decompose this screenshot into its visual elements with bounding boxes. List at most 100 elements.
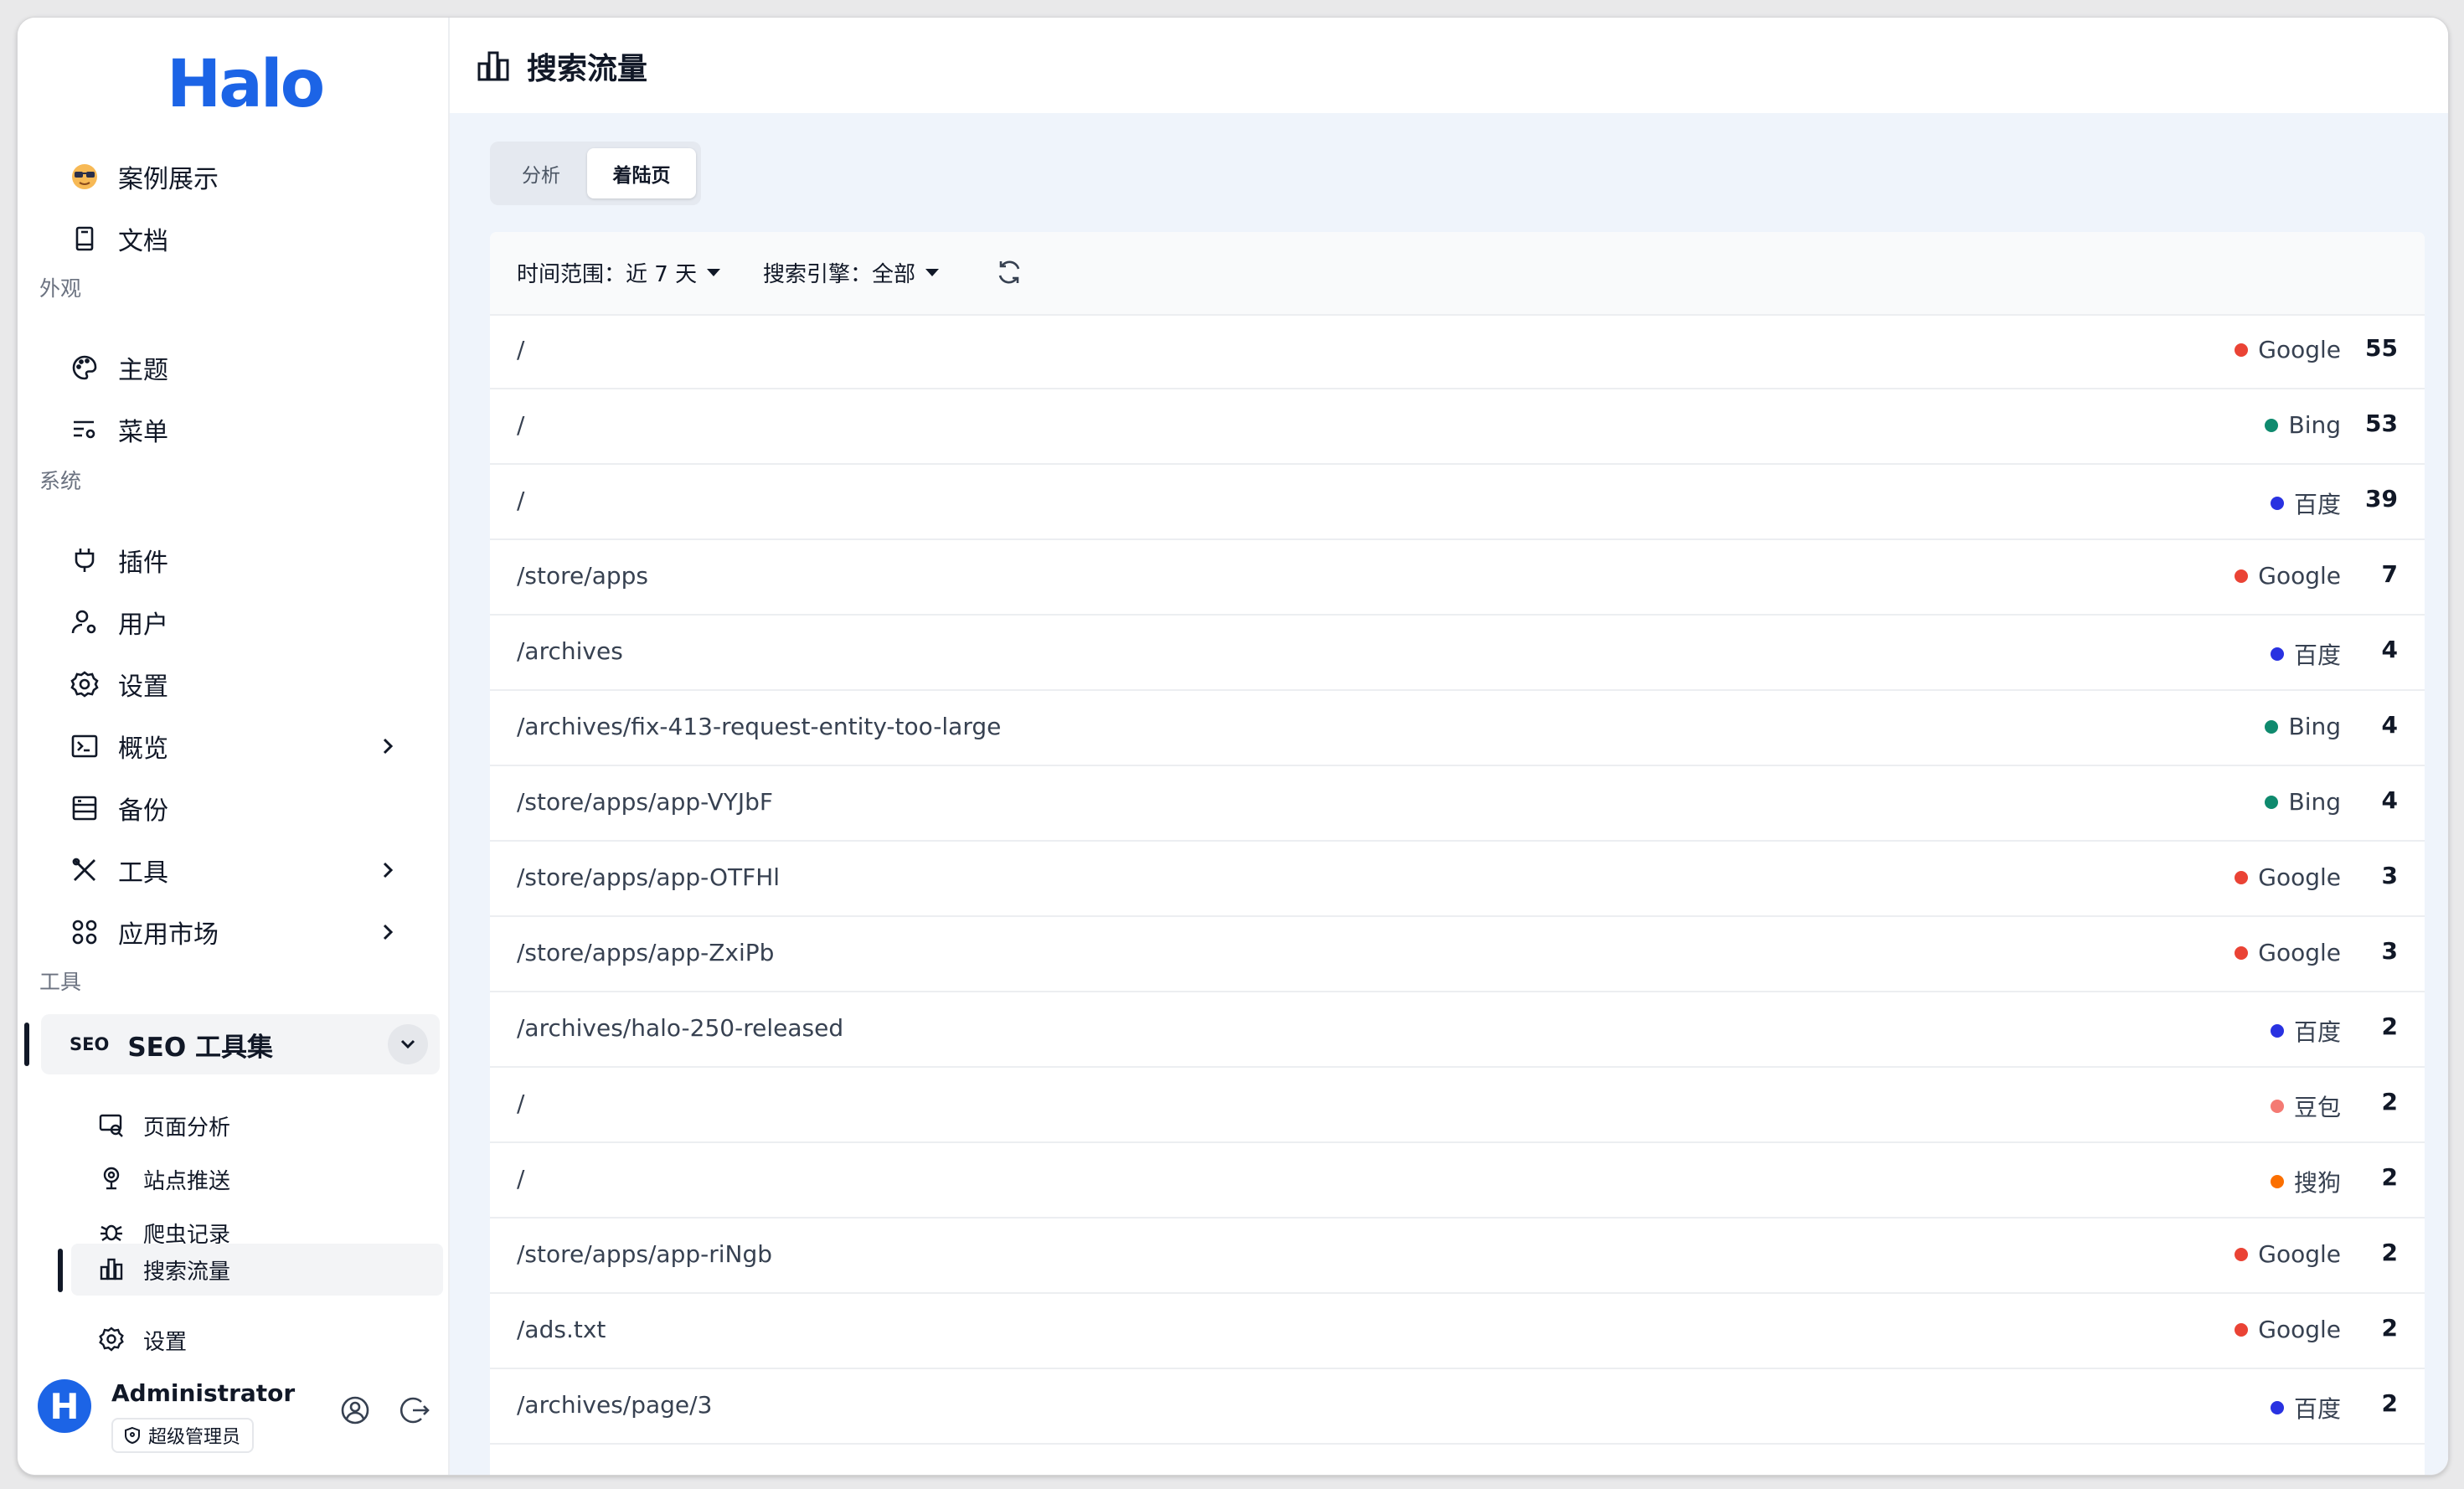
- engine-color-dot: [2235, 1322, 2249, 1337]
- role-label: 超级管理员: [148, 1427, 241, 1448]
- user-circle-icon: [341, 1396, 369, 1425]
- engine-color-dot: [2235, 870, 2249, 884]
- plug-icon: [68, 544, 101, 577]
- refresh-icon[interactable]: [994, 257, 1024, 287]
- bar-chart-icon: [98, 1255, 126, 1284]
- sidebar-item-users[interactable]: 用户: [41, 597, 443, 647]
- terminal-icon: [68, 729, 101, 763]
- tab-analysis[interactable]: 分析: [495, 148, 587, 198]
- sidebar-item-theme[interactable]: 主题: [41, 343, 443, 393]
- sidebar-item-settings[interactable]: 设置: [41, 659, 443, 709]
- search-engine-dropdown[interactable]: 搜索引擎：全部: [763, 257, 940, 288]
- bar-chart-icon: [477, 51, 509, 81]
- table-row[interactable]: / 豆包 2: [490, 1068, 2425, 1143]
- visit-count: 2: [2381, 1163, 2398, 1191]
- search-engine-tag: 百度: [2270, 637, 2341, 671]
- group-title-system: 系统: [39, 469, 82, 493]
- search-engine-tag: Google: [2235, 562, 2341, 590]
- table-row[interactable]: /archives/halo-250-released 百度 2: [490, 992, 2425, 1068]
- table-row[interactable]: /store/apps/app-VYJbF Bing 4: [490, 766, 2425, 842]
- sunglasses-emoji-icon: [68, 160, 101, 193]
- collapse-toggle[interactable]: [388, 1024, 428, 1064]
- search-engine-name: Google: [2258, 562, 2341, 590]
- palette-icon: [68, 351, 101, 384]
- table-row[interactable]: / Google 55: [490, 314, 2425, 389]
- sidebar-subitem-label: 站点推送: [143, 1168, 231, 1194]
- active-indicator: [24, 1023, 29, 1066]
- landing-page-path: /: [517, 411, 525, 439]
- bug-icon: [98, 1219, 126, 1247]
- engine-color-dot: [2265, 418, 2279, 432]
- sidebar-item-backup[interactable]: 备份: [41, 783, 443, 833]
- sidebar-item-seo-toolkit[interactable]: SEO SEO 工具集: [41, 1014, 440, 1074]
- table-row[interactable]: /store/apps Google 7: [490, 540, 2425, 616]
- search-engine-name: 搜狗: [2293, 1169, 2341, 1197]
- sidebar: Halo 案例展示 文档 外观 主题 菜单 系统 插件 用户 设置 概览 备份 …: [18, 18, 450, 1475]
- table-row[interactable]: /store/apps/app-riNgb Google 2: [490, 1219, 2425, 1294]
- search-engine-tag: Google: [2235, 1240, 2341, 1268]
- landing-pages-card: 时间范围：近 7 天 搜索引擎：全部 / Google 55 / Bing 53 / 百度 39…: [490, 232, 2425, 1475]
- time-range-dropdown[interactable]: 时间范围：近 7 天: [517, 257, 721, 288]
- halo-logo[interactable]: Halo: [167, 43, 325, 126]
- sidebar-subitem-site-push[interactable]: 站点推送: [71, 1153, 443, 1205]
- table-row[interactable]: /ads.txt Google 2: [490, 1294, 2425, 1369]
- avatar[interactable]: H: [38, 1379, 91, 1433]
- visit-count: 2: [2381, 1389, 2398, 1417]
- sidebar-subitem-search-traffic[interactable]: 搜索流量: [71, 1244, 443, 1296]
- search-engine-tag: Google: [2235, 1316, 2341, 1343]
- sidebar-item-docs[interactable]: 文档: [41, 214, 443, 264]
- table-row[interactable]: /store/apps/app-OTFHl Google 3: [490, 842, 2425, 917]
- chevron-right-icon: [383, 924, 394, 940]
- table-row[interactable]: /store/apps/app-ZxiPb Google 3: [490, 917, 2425, 992]
- landing-page-path: /: [517, 487, 525, 514]
- table-row[interactable]: /archives/fix-413-request-entity-too-lar…: [490, 691, 2425, 766]
- logout-button[interactable]: [399, 1394, 433, 1428]
- search-engine-tag: 豆包: [2270, 1090, 2341, 1123]
- table-row[interactable]: /archives/page/3 百度 2: [490, 1369, 2425, 1445]
- sidebar-item-showcase[interactable]: 案例展示: [41, 152, 443, 202]
- sidebar-subitem-page-analysis[interactable]: 页面分析: [71, 1100, 443, 1152]
- gear-icon: [68, 667, 101, 701]
- search-engine-name: Google: [2258, 336, 2341, 363]
- search-engine-tag: 百度: [2270, 1014, 2341, 1048]
- table-row[interactable]: / 百度 39: [490, 465, 2425, 540]
- tab-bar: 分析 着陆页: [490, 142, 701, 205]
- engine-color-dot: [2270, 647, 2284, 661]
- sidebar-item-app-market[interactable]: 应用市场: [41, 907, 443, 957]
- visit-count: 4: [2381, 786, 2398, 814]
- page-header: 搜索流量: [450, 18, 2448, 113]
- table-row[interactable]: / Bing 53: [490, 389, 2425, 465]
- chevron-right-icon: [383, 862, 394, 878]
- search-engine-name: Google: [2258, 863, 2341, 891]
- sidebar-item-plugins[interactable]: 插件: [41, 535, 443, 585]
- engine-color-dot: [2270, 1175, 2284, 1188]
- sidebar-item-label: 概览: [118, 734, 168, 764]
- landing-page-path: /: [517, 1090, 525, 1117]
- sidebar-subitem-label: 页面分析: [143, 1115, 231, 1141]
- tools-icon: [68, 853, 101, 887]
- sidebar-item-tools[interactable]: 工具: [41, 845, 443, 895]
- page-search-icon: [98, 1111, 126, 1140]
- engine-color-dot: [2235, 569, 2249, 583]
- search-engine-name: Google: [2258, 1316, 2341, 1343]
- time-range-label: 时间范围：近 7 天: [517, 262, 698, 287]
- tab-landing-pages[interactable]: 着陆页: [587, 148, 696, 198]
- table-row[interactable]: / 搜狗 2: [490, 1143, 2425, 1219]
- landing-page-path: /store/apps/app-riNgb: [517, 1240, 773, 1268]
- sidebar-item-label: 插件: [118, 549, 168, 578]
- sidebar-item-menu[interactable]: 菜单: [41, 404, 443, 455]
- table-row[interactable]: /archives 百度 4: [490, 616, 2425, 691]
- profile-button[interactable]: [339, 1394, 373, 1428]
- search-engine-name: Google: [2258, 1240, 2341, 1268]
- shield-icon: [125, 1426, 140, 1445]
- visit-count: 2: [2381, 1314, 2398, 1342]
- search-engine-name: 豆包: [2293, 1094, 2341, 1121]
- engine-color-dot: [2270, 1100, 2284, 1113]
- sidebar-item-overview[interactable]: 概览: [41, 721, 443, 771]
- sidebar-item-label: 用户: [118, 611, 168, 640]
- visit-count: 3: [2381, 937, 2398, 965]
- landing-page-path: /: [517, 336, 525, 363]
- engine-color-dot: [2265, 795, 2279, 809]
- search-engine-tag: Google: [2235, 336, 2341, 363]
- landing-page-path: /store/apps/app-ZxiPb: [517, 939, 775, 966]
